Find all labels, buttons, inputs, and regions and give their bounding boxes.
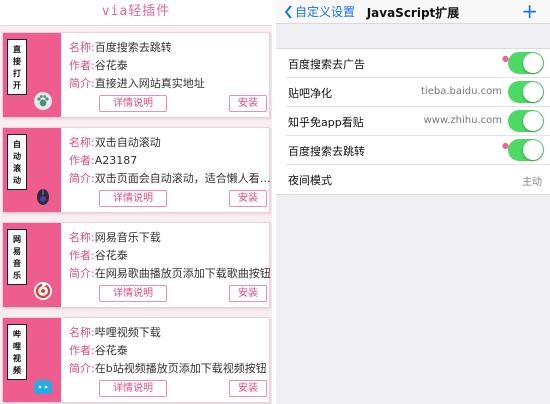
enable-toggle[interactable]: ● <box>502 52 544 74</box>
plugin-desc-row: 简介:在网易歌曲播放页添加下载歌曲按钮 <box>69 265 271 281</box>
plugin-author: 谷花泰 <box>94 344 128 357</box>
enable-toggle[interactable]: ● <box>502 139 544 161</box>
plugin-name: 双击自动滚动 <box>94 136 161 149</box>
plugin-desc-row: 简介:在b站视频播放页添加下载视频按钮 <box>69 360 267 376</box>
paw-icon <box>34 92 52 110</box>
install-button[interactable]: 安装 <box>229 380 267 397</box>
toggle-knob <box>523 111 543 131</box>
plugin-author: 谷花泰 <box>94 249 128 262</box>
plugin-card: 直 接 打 开 名称:百度搜索去跳转 作者:谷花泰 简介:直接进入网站真实地址 … <box>2 32 270 118</box>
extension-list: 百度搜索去广告 ● 贴吧净化 tieba.baidu.com 知乎免app看贴 … <box>276 48 550 195</box>
toggle-knob <box>523 82 543 102</box>
plugin-desc: 在网易歌曲播放页添加下载歌曲按钮 <box>94 267 271 280</box>
detail-button[interactable]: 详情说明 <box>99 285 167 302</box>
plugin-tag: 哔 哩 视 频 <box>7 324 27 380</box>
extension-row: 百度搜索去广告 ● <box>286 49 550 78</box>
extension-row: 贴吧净化 tieba.baidu.com <box>286 78 550 107</box>
modified-dot-icon: ● <box>502 54 509 63</box>
plugin-name-row: 名称:哔哩视频下载 <box>69 324 161 340</box>
plugin-name: 网易音乐下载 <box>94 231 161 244</box>
name-label: 名称: <box>69 326 95 339</box>
plugin-author-row: 作者:谷花泰 <box>69 247 128 263</box>
extension-row: 百度搜索去跳转 ● <box>286 136 550 165</box>
plugin-author-row: 作者:谷花泰 <box>69 342 128 358</box>
enable-toggle[interactable] <box>508 110 544 132</box>
plugin-name: 百度搜索去跳转 <box>94 41 172 54</box>
plugin-tag: 网 易 音 乐 <box>7 229 27 285</box>
plugin-name-row: 名称:百度搜索去跳转 <box>69 39 172 55</box>
extension-name: 百度搜索去广告 <box>288 58 365 71</box>
extension-name: 贴吧净化 <box>288 87 332 100</box>
plugin-author-row: 作者:谷花泰 <box>69 57 128 73</box>
extension-row[interactable]: 夜间模式 主动 <box>286 165 550 194</box>
modified-dot-icon: ● <box>502 141 509 150</box>
plugin-name-row: 名称:双击自动滚动 <box>69 134 161 150</box>
detail-button[interactable]: 详情说明 <box>99 380 167 397</box>
plugin-thumbnail: 直 接 打 开 <box>3 33 61 117</box>
toggle-knob <box>523 140 543 160</box>
toggle-knob <box>523 53 543 73</box>
plugin-name-row: 名称:网易音乐下载 <box>69 229 161 245</box>
app-title: via轻插件 <box>0 0 272 26</box>
name-label: 名称: <box>69 41 95 54</box>
plugin-author: 谷花泰 <box>94 59 128 72</box>
plugin-author-row: 作者:A23187 <box>69 152 137 168</box>
navigation-bar: 自定义设置 JavaScript扩展 + <box>276 0 550 24</box>
plugin-desc: 在b站视频播放页添加下载视频按钮 <box>94 362 267 375</box>
plugin-thumbnail: 自 动 滚 动 <box>3 128 61 212</box>
extension-name: 百度搜索去跳转 <box>288 145 365 158</box>
bilibili-icon <box>34 377 52 394</box>
plugin-author: A23187 <box>94 154 138 167</box>
install-button[interactable]: 安装 <box>229 190 267 207</box>
plugin-thumbnail: 网 易 音 乐 <box>3 223 61 307</box>
mouse-icon <box>37 189 49 205</box>
detail-button[interactable]: 详情说明 <box>99 95 167 112</box>
install-button[interactable]: 安装 <box>229 95 267 112</box>
plugin-card: 网 易 音 乐 名称:网易音乐下载 作者:谷花泰 简介:在网易歌曲播放页添加下载… <box>2 222 271 308</box>
extension-row: 知乎免app看贴 www.zhihu.com <box>286 107 550 136</box>
plugin-tag: 自 动 滚 动 <box>7 134 27 190</box>
author-label: 作者: <box>69 59 95 72</box>
plugin-thumbnail: 哔 哩 视 频 <box>3 318 61 402</box>
plugin-list-panel: via轻插件 直 接 打 开 名称:百度搜索去跳转 作者:谷花泰 简介:直接进入… <box>0 0 272 404</box>
author-label: 作者: <box>69 249 95 262</box>
js-extension-settings-panel: 自定义设置 JavaScript扩展 + 百度搜索去广告 ● 贴吧净化 tieb… <box>276 0 550 404</box>
extension-name: 夜间模式 <box>288 174 332 187</box>
netease-music-icon <box>34 282 52 300</box>
plugin-desc: 直接进入网站真实地址 <box>94 77 205 90</box>
plugin-tag: 直 接 打 开 <box>7 39 27 95</box>
plugin-desc-row: 简介:直接进入网站真实地址 <box>69 75 205 91</box>
detail-button[interactable]: 详情说明 <box>99 190 167 207</box>
page-title: JavaScript扩展 <box>366 6 460 20</box>
name-label: 名称: <box>69 231 95 244</box>
extension-host: tieba.baidu.com <box>421 86 502 97</box>
desc-label: 简介: <box>69 77 95 90</box>
extension-name: 知乎免app看贴 <box>288 116 364 129</box>
extension-mode-value: 主动 <box>522 177 542 188</box>
desc-label: 简介: <box>69 267 95 280</box>
plugin-desc: 双击页面会自动滚动，适合懒人看… <box>94 172 271 185</box>
plugin-name: 哔哩视频下载 <box>94 326 161 339</box>
plugin-desc-row: 简介:双击页面会自动滚动，适合懒人看… <box>69 170 271 186</box>
install-button[interactable]: 安装 <box>229 285 267 302</box>
desc-label: 简介: <box>69 362 95 375</box>
plugin-card: 自 动 滚 动 名称:双击自动滚动 作者:A23187 简介:双击页面会自动滚动… <box>2 127 271 213</box>
enable-toggle[interactable] <box>508 81 544 103</box>
desc-label: 简介: <box>69 172 95 185</box>
author-label: 作者: <box>69 154 95 167</box>
extension-host: www.zhihu.com <box>423 115 502 126</box>
add-button[interactable]: + <box>521 0 538 22</box>
author-label: 作者: <box>69 344 95 357</box>
name-label: 名称: <box>69 136 95 149</box>
plugin-card: 哔 哩 视 频 名称:哔哩视频下载 作者:谷花泰 简介:在b站视频播放页添加下载… <box>2 317 270 403</box>
